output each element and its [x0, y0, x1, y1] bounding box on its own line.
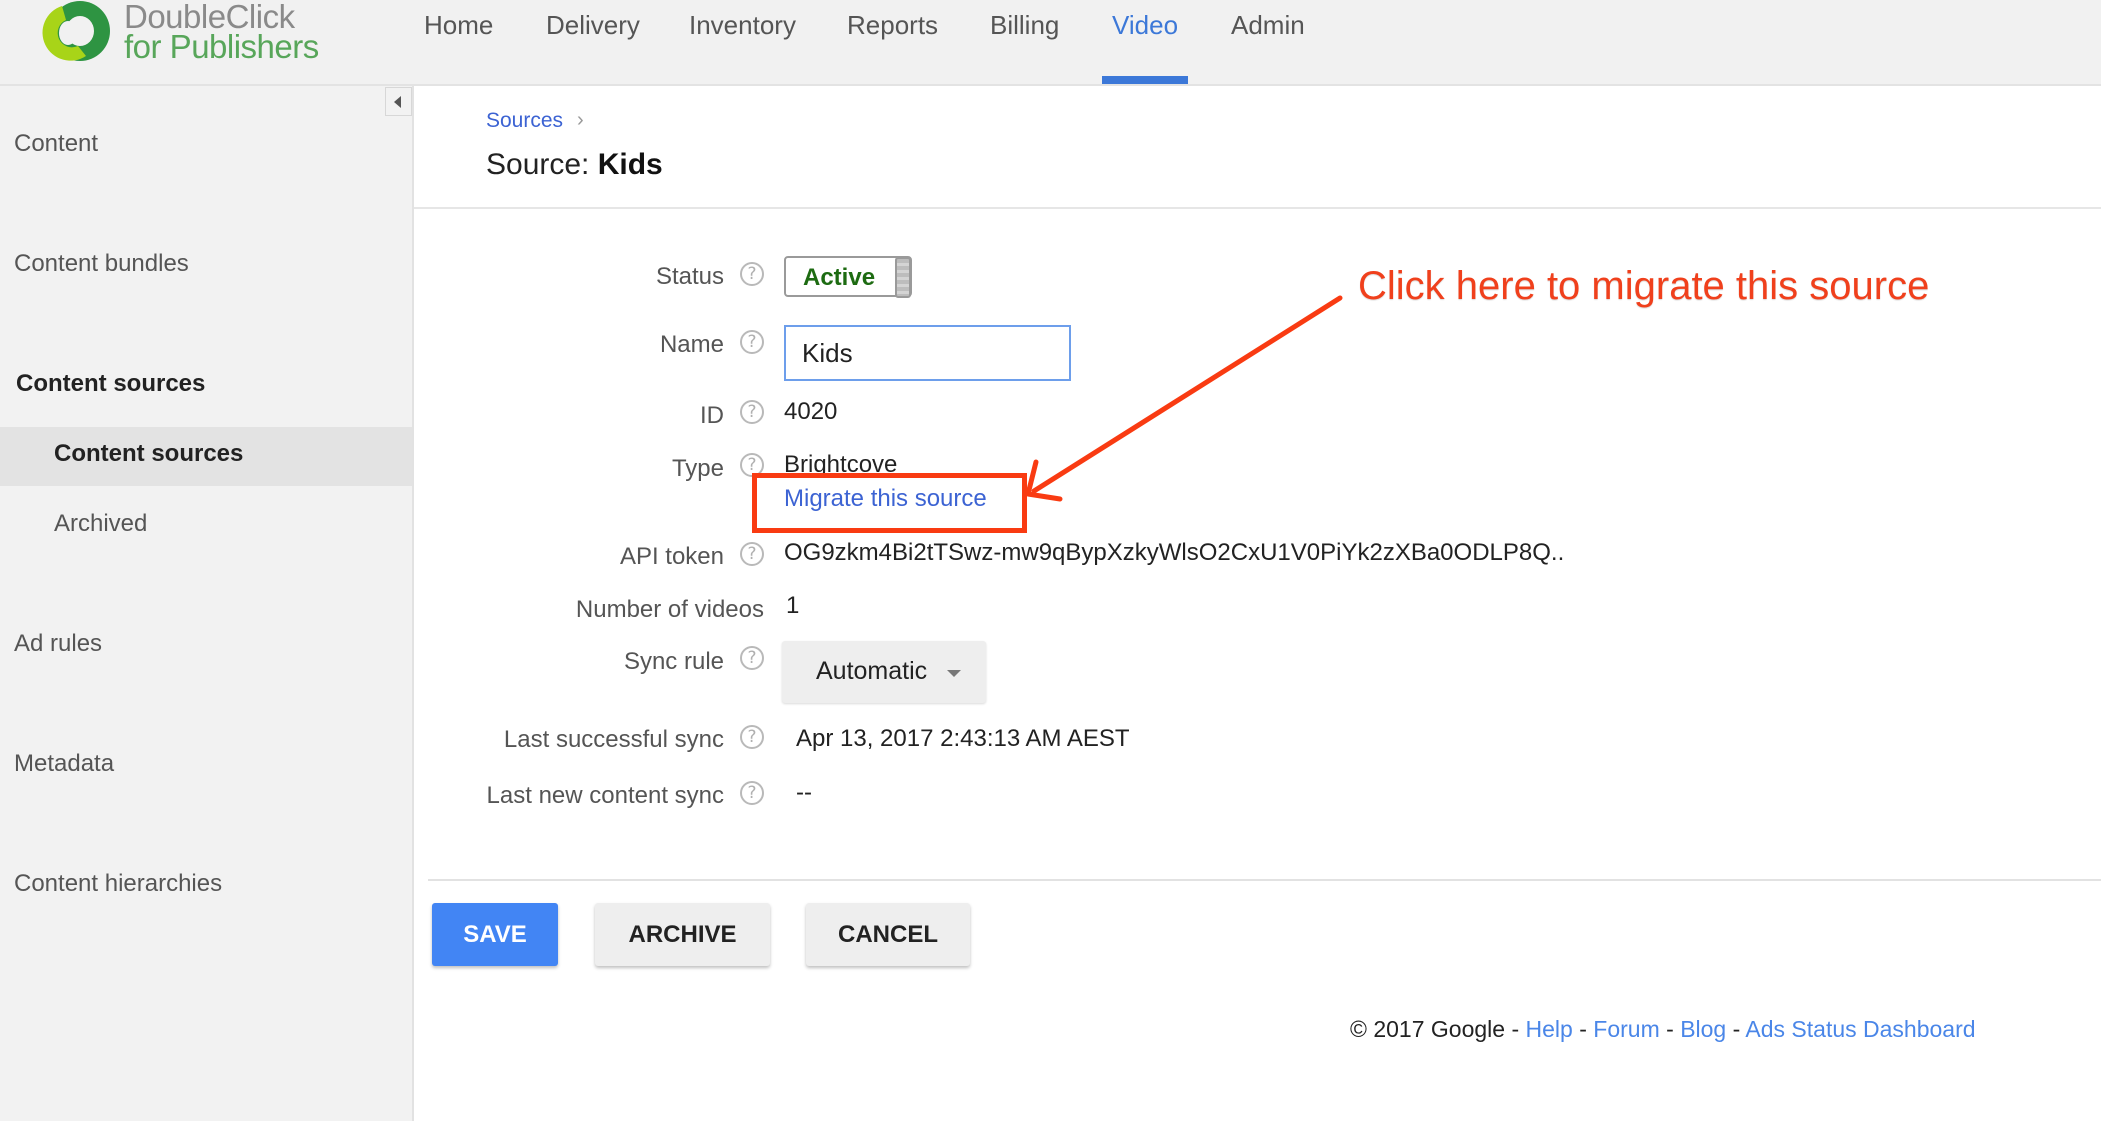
name-input[interactable]: [784, 325, 1071, 381]
doubleclick-logo-icon[interactable]: [28, 0, 114, 64]
api-token-help-icon[interactable]: ?: [740, 542, 764, 566]
nav-admin[interactable]: Admin: [1231, 10, 1305, 41]
id-value: 4020: [784, 398, 838, 425]
footer-help-link[interactable]: Help: [1526, 1016, 1573, 1042]
last-new-content-sync-label: Last new content sync: [486, 782, 724, 809]
save-button[interactable]: SAVE: [432, 903, 558, 966]
sidebar: [0, 86, 414, 1121]
api-token-label: API token: [619, 543, 724, 570]
sidebar-section-content-sources[interactable]: Content sources: [16, 370, 205, 398]
page-title-name: Kids: [597, 148, 663, 181]
last-new-content-sync-value: --: [796, 779, 812, 806]
breadcrumb-sources-link[interactable]: Sources: [486, 109, 563, 133]
sidebar-collapse-button[interactable]: [385, 87, 412, 116]
page-title-prefix: Source:: [486, 148, 598, 181]
archive-button[interactable]: ARCHIVE: [595, 903, 770, 966]
title-divider: [414, 207, 2101, 209]
footer-forum-link[interactable]: Forum: [1593, 1016, 1659, 1042]
footer: © 2017 Google - Help - Forum - Blog - Ad…: [1350, 1016, 1976, 1043]
nav-video[interactable]: Video: [1112, 10, 1178, 41]
caret-down-icon: [947, 670, 961, 677]
status-help-icon[interactable]: ?: [740, 262, 764, 286]
annotation-highlight-box: [752, 473, 1027, 533]
status-value: Active: [803, 264, 876, 291]
nav-delivery[interactable]: Delivery: [546, 10, 640, 41]
nav-inventory[interactable]: Inventory: [689, 10, 796, 41]
last-sync-help-icon[interactable]: ?: [740, 725, 764, 749]
sidebar-item-archived[interactable]: Archived: [54, 510, 147, 538]
last-sync-value: Apr 13, 2017 2:43:13 AM AEST: [796, 725, 1130, 752]
nav-home[interactable]: Home: [424, 10, 493, 41]
footer-separator: -: [1659, 1016, 1681, 1042]
sidebar-item-content-sources[interactable]: Content sources: [54, 440, 243, 468]
num-videos-label: Number of videos: [575, 596, 764, 623]
breadcrumb-chevron-icon: ›: [577, 109, 584, 131]
num-videos-value: 1: [786, 592, 800, 619]
form-divider: [428, 879, 2101, 881]
sync-rule-help-icon[interactable]: ?: [740, 646, 764, 670]
footer-separator: -: [1726, 1016, 1746, 1042]
footer-separator: -: [1505, 1016, 1526, 1042]
footer-ads-status-dashboard-link[interactable]: Ads Status Dashboard: [1745, 1016, 1975, 1042]
name-label: Name: [659, 331, 724, 358]
logo-text-for-publishers: for Publishers: [124, 28, 319, 65]
sidebar-item-ad-rules[interactable]: Ad rules: [14, 630, 102, 658]
sync-rule-label: Sync rule: [623, 648, 724, 675]
toggle-grip-icon: [895, 257, 911, 298]
annotation-callout-text: Click here to migrate this source: [1358, 264, 1930, 308]
id-label: ID: [700, 402, 724, 429]
status-label: Status: [655, 263, 724, 290]
sync-rule-value: Automatic: [816, 657, 928, 685]
page-title: Source: Kids: [486, 148, 663, 182]
cancel-button[interactable]: CANCEL: [806, 903, 970, 966]
nav-active-indicator: [1102, 76, 1188, 84]
name-help-icon[interactable]: ?: [740, 330, 764, 354]
id-help-icon[interactable]: ?: [740, 400, 764, 424]
last-sync-label: Last successful sync: [503, 726, 724, 753]
footer-copyright: © 2017 Google: [1350, 1016, 1506, 1042]
sidebar-item-content[interactable]: Content: [14, 130, 98, 158]
type-label: Type: [671, 455, 724, 482]
footer-separator: -: [1572, 1016, 1594, 1042]
last-new-content-sync-help-icon[interactable]: ?: [740, 781, 764, 805]
sidebar-item-metadata[interactable]: Metadata: [14, 750, 114, 778]
footer-blog-link[interactable]: Blog: [1680, 1016, 1726, 1042]
sync-rule-dropdown[interactable]: Automatic: [782, 641, 986, 703]
nav-reports[interactable]: Reports: [847, 10, 938, 41]
sidebar-item-content-bundles[interactable]: Content bundles: [14, 250, 189, 278]
nav-billing[interactable]: Billing: [990, 10, 1059, 41]
api-token-value: OG9zkm4Bi2tTSwz-mw9qBypXzkyWlsO2CxU1V0Pi…: [784, 539, 1565, 566]
sidebar-item-content-hierarchies[interactable]: Content hierarchies: [14, 870, 222, 898]
status-toggle[interactable]: Active: [784, 256, 912, 298]
